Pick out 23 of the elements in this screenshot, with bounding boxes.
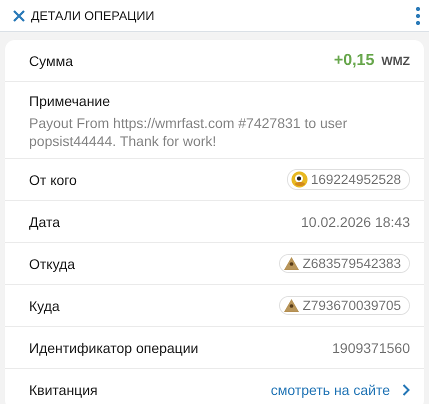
receipt-link[interactable]: смотреть на сайте	[270, 382, 410, 398]
field-value: 1909371560	[332, 340, 410, 356]
wallet-chip[interactable]: Z683579542383	[278, 254, 410, 273]
close-icon[interactable]	[12, 8, 26, 22]
note-text: Payout From https://wmrfast.com #7427831 to user popsist44444. Thank for work!	[29, 114, 348, 150]
field-label: Примечание	[29, 93, 110, 109]
field-label: Квитанция	[29, 382, 98, 398]
more-options-icon[interactable]	[415, 6, 421, 26]
field-value: 10.02.2026 18:43	[301, 214, 410, 230]
page-title: ДЕТАЛИ ОПЕРАЦИИ	[31, 8, 156, 22]
field-label: Откуда	[29, 256, 76, 272]
field-label: От кого	[29, 172, 77, 188]
field-label: Идентификатор операции	[29, 340, 198, 356]
field-label: Куда	[29, 298, 60, 314]
amount-value: +0,15	[334, 52, 374, 70]
pyramid-icon	[282, 256, 300, 271]
wallet-chip[interactable]: Z793670039705	[278, 296, 410, 315]
wallet-chip[interactable]: 169224952528	[286, 169, 410, 190]
currency-unit: WMZ	[381, 54, 410, 68]
chevron-right-icon	[402, 384, 410, 396]
field-label: Сумма	[29, 52, 73, 68]
pyramid-icon	[282, 298, 300, 313]
field-label: Дата	[29, 214, 60, 230]
